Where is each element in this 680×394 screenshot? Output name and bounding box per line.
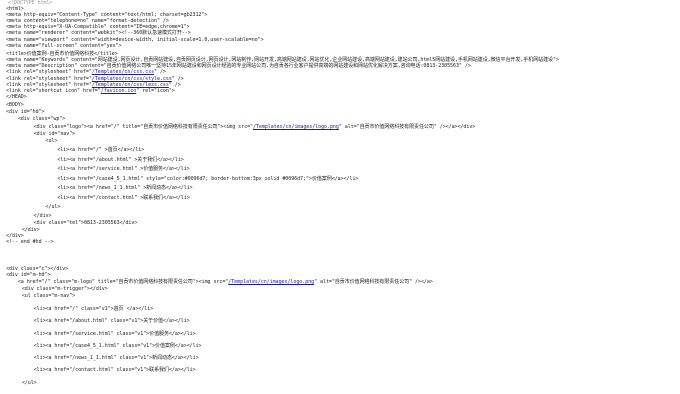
source-line: </div> bbox=[10, 213, 52, 219]
source-line-text: <div class="logo"><a href="/" title="自贡市… bbox=[10, 124, 253, 130]
source-line-text: <meta name="full-screen" content="yes"> bbox=[6, 43, 122, 49]
source-line: <meta name="renderer" content="webkit"><… bbox=[6, 30, 191, 36]
source-line-text: <ul> bbox=[10, 138, 58, 144]
source-line-text: </ul> bbox=[10, 204, 61, 210]
source-line: </HEAD> bbox=[6, 94, 27, 100]
source-line-text: <BODY> bbox=[6, 102, 24, 108]
source-line-text: <div class="m-trigger"></div> bbox=[10, 286, 108, 292]
source-line-text: <meta name="renderer" content="webkit"><… bbox=[6, 30, 191, 36]
source-line-tail: " /> bbox=[154, 69, 166, 75]
source-line-text: <li><a href="/contact.html" class="v1">联… bbox=[10, 367, 196, 373]
source-line-text: <div id="m-hd"> bbox=[6, 272, 51, 278]
source-line: <ul class="m-nav"> bbox=[10, 293, 75, 299]
source-line: <a href="/" class="m-logo" title="自贡市价值网… bbox=[6, 279, 433, 285]
source-line: <div id="hd"> bbox=[6, 109, 45, 115]
source-line: <ul> bbox=[10, 138, 58, 144]
source-line: <div class="logo"><a href="/" title="自贡市… bbox=[10, 124, 476, 130]
source-line: </ul> bbox=[10, 204, 61, 210]
source-line-text: <li><a href="/news_1_1.html" >新闻动态</a></… bbox=[10, 185, 193, 191]
source-line-text: <a href="/" class="m-logo" title="自贡市价值网… bbox=[6, 279, 229, 285]
source-line-tail: " rel="icon"> bbox=[136, 88, 175, 94]
source-line: <li><a href="/service.html" >价值服务</a></l… bbox=[10, 166, 190, 172]
source-line-text: <!-- end #hd --> bbox=[6, 239, 54, 245]
source-line-text: <link rel="stylesheet" href=" bbox=[6, 69, 92, 75]
source-line: <BODY> bbox=[6, 102, 24, 108]
source-line: <li><a href="/news_1_1.html" >新闻动态</a></… bbox=[10, 185, 193, 191]
source-link[interactable]: /Templates/cn/images/logo.png bbox=[253, 124, 339, 130]
source-line-text: <ul class="m-nav"> bbox=[10, 293, 76, 299]
source-line: <div class="wp"> bbox=[6, 116, 65, 122]
source-line: <li><a href="/" class="v1">首页 </a></li> bbox=[10, 306, 154, 312]
source-line-text: <div class="wp"> bbox=[6, 116, 66, 122]
source-line: <li><a href="/about.html" class="v1">关于价… bbox=[10, 318, 190, 324]
source-line: <div class="tel">0813-2305563</div> bbox=[10, 220, 138, 226]
source-line: <div id="m-hd"> bbox=[6, 272, 50, 278]
source-line-tail: " alt="自贡市价值网络科技有限责任公司" /></a> bbox=[314, 279, 433, 285]
source-line-text: <li><a href="/news_1_1.html" class="v1">… bbox=[10, 355, 199, 361]
source-line-text: <li><a href="/service.html" >价值服务</a></l… bbox=[10, 166, 190, 172]
source-line-text: <li><a href="/case4_5_1.html" class="v1"… bbox=[10, 343, 202, 349]
source-line: <li><a href="/contact.html" >联系我们</a></l… bbox=[10, 195, 190, 201]
source-line-text: <li><a href="/service.html" class="v1">价… bbox=[10, 331, 196, 337]
source-line-tail: " alt="自贡市价值网络科技有限责任公司" /></a></div> bbox=[338, 124, 476, 130]
source-line: <li><a href="/case4_5_1.html" style="col… bbox=[10, 176, 358, 182]
source-line: <li><a href="/about.html" >关于我们</a></li> bbox=[10, 157, 184, 163]
source-line: <li><a href="/service.html" class="v1">价… bbox=[10, 331, 196, 337]
source-line-text: </div> bbox=[10, 213, 52, 219]
source-line: <link rel="stylesheet" href="/Templates/… bbox=[6, 69, 166, 75]
source-line: <li><a href="/contact.html" class="v1">联… bbox=[10, 367, 196, 373]
source-line-text: <li><a href="/case4_5_1.html" style="col… bbox=[10, 176, 359, 182]
source-line: </ul> bbox=[10, 380, 37, 386]
source-link[interactable]: /Templates/cn/css.css bbox=[92, 69, 154, 75]
source-line: <li><a href="/news_1_1.html" class="v1">… bbox=[10, 355, 199, 361]
page-source-view: <!DOCTYPE html> <html> <meta http-equiv="C… bbox=[0, 0, 680, 394]
source-line: <div class="m-trigger"></div> bbox=[10, 286, 108, 292]
source-line: <!-- end #hd --> bbox=[6, 239, 53, 245]
source-line: <li><a href="/case4_5_1.html" class="v1"… bbox=[10, 343, 202, 349]
source-line-text: <li><a href="/" class="v1">首页 </a></li> bbox=[10, 306, 154, 312]
source-line-text: <div id="nav"> bbox=[10, 131, 76, 137]
source-link[interactable]: /favicon.ico bbox=[101, 88, 137, 94]
source-line: <meta name="full-screen" content="yes"> bbox=[6, 43, 122, 49]
source-line: <div id="nav"> bbox=[10, 131, 76, 137]
source-line-text: <li><a href="/contact.html" >联系我们</a></l… bbox=[10, 195, 190, 201]
source-line: <link rel="shortcut icon" href="/favicon… bbox=[6, 88, 175, 94]
source-line-text: <div class="tel">0813-2305563</div> bbox=[10, 220, 138, 226]
source-link[interactable]: /Templates/cn/images/logo.png bbox=[228, 279, 314, 285]
source-line-text: <li><a href="/about.html" class="v1">关于价… bbox=[10, 318, 190, 324]
source-line: <li><a href="/" >首页</a></li> bbox=[10, 147, 144, 153]
source-line-text: <li><a href="/" >首页</a></li> bbox=[10, 147, 145, 153]
source-line-text: <div id="hd"> bbox=[6, 109, 45, 115]
source-line-text: <li><a href="/about.html" >关于我们</a></li> bbox=[10, 157, 184, 163]
source-line-text: </HEAD> bbox=[6, 94, 27, 100]
source-line-text: </ul> bbox=[10, 380, 37, 386]
